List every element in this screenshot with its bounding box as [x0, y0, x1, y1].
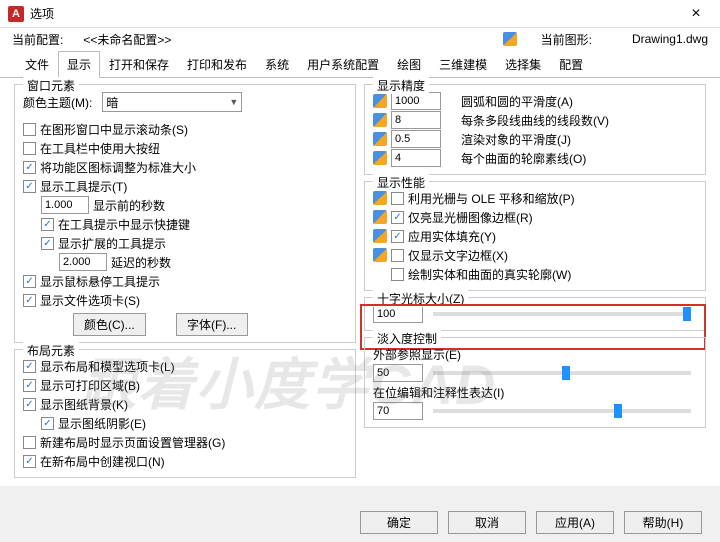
group-crosshair: 十字光标大小(Z) — [364, 297, 706, 331]
chk-shadow[interactable] — [41, 417, 54, 430]
tab-selection[interactable]: 选择集 — [496, 51, 550, 78]
group-performance: 显示性能 利用光栅与 OLE 平移和缩放(P) 仅亮显光栅图像边框(R) 应用实… — [364, 181, 706, 291]
chk-ribbon[interactable] — [23, 161, 36, 174]
chk-textframe[interactable] — [391, 249, 404, 262]
group-fade: 淡入度控制 外部参照显示(E) 在位编辑和注释性表达(I) — [364, 337, 706, 428]
legend-precision: 显示精度 — [373, 77, 429, 94]
chk-bigbutton[interactable] — [23, 142, 36, 155]
drawing-icon — [503, 32, 517, 46]
close-icon[interactable]: × — [680, 5, 712, 23]
poly-input[interactable] — [391, 111, 441, 129]
chk-filetabs[interactable] — [23, 294, 36, 307]
drawing-icon — [373, 229, 387, 243]
tab-drafting[interactable]: 绘图 — [388, 51, 430, 78]
drawing-icon — [373, 248, 387, 262]
ok-button[interactable]: 确定 — [360, 511, 438, 534]
dialog-title: 选项 — [30, 5, 680, 22]
chk-paperbg[interactable] — [23, 398, 36, 411]
tab-3d[interactable]: 三维建模 — [430, 51, 496, 78]
color-theme-value: 暗 — [106, 94, 118, 111]
current-drawing-value: Drawing1.dwg — [632, 32, 708, 46]
drawing-icon — [373, 191, 387, 205]
chk-printable[interactable] — [23, 379, 36, 392]
cancel-button[interactable]: 取消 — [448, 511, 526, 534]
chevron-down-icon: ▼ — [229, 97, 238, 107]
chk-raster-frame[interactable] — [391, 211, 404, 224]
color-button[interactable]: 颜色(C)... — [73, 313, 146, 336]
tabs: 文件 显示 打开和保存 打印和发布 系统 用户系统配置 绘图 三维建模 选择集 … — [0, 50, 720, 78]
current-config-label: 当前配置: — [12, 31, 63, 48]
chk-extended[interactable] — [41, 237, 54, 250]
apply-button[interactable]: 应用(A) — [536, 511, 614, 534]
delay-input[interactable] — [59, 253, 107, 271]
chk-pagesetup[interactable] — [23, 436, 36, 449]
xref-slider[interactable] — [433, 371, 691, 375]
crosshair-slider[interactable] — [433, 312, 691, 316]
xref-input[interactable] — [373, 364, 423, 382]
chk-tooltips[interactable] — [23, 180, 36, 193]
tab-plot[interactable]: 打印和发布 — [178, 51, 256, 78]
legend-window: 窗口元素 — [23, 77, 79, 94]
legend-crosshair: 十字光标大小(Z) — [373, 290, 468, 307]
group-layout-elements: 布局元素 显示布局和模型选项卡(L) 显示可打印区域(B) 显示图纸背景(K) … — [14, 349, 356, 478]
chk-scrollbar[interactable] — [23, 123, 36, 136]
color-theme-label: 颜色主题(M): — [23, 94, 92, 111]
inplace-slider[interactable] — [433, 409, 691, 413]
tab-file[interactable]: 文件 — [16, 51, 58, 78]
tab-user[interactable]: 用户系统配置 — [298, 51, 388, 78]
current-config-value: <<未命名配置>> — [83, 31, 171, 48]
chk-viewport[interactable] — [23, 455, 36, 468]
inplace-input[interactable] — [373, 402, 423, 420]
group-window-elements: 窗口元素 颜色主题(M): 暗 ▼ 在图形窗口中显示滚动条(S) 在工具栏中使用… — [14, 84, 356, 343]
tab-open-save[interactable]: 打开和保存 — [100, 51, 178, 78]
font-button[interactable]: 字体(F)... — [176, 313, 248, 336]
legend-fade: 淡入度控制 — [373, 330, 441, 347]
color-theme-select[interactable]: 暗 ▼ — [102, 92, 242, 112]
render-input[interactable] — [391, 130, 441, 148]
current-drawing-label: 当前图形: — [541, 31, 592, 48]
arc-input[interactable] — [391, 92, 441, 110]
drawing-icon — [373, 113, 387, 127]
chk-raster[interactable] — [391, 192, 404, 205]
chk-shortcut[interactable] — [41, 218, 54, 231]
help-button[interactable]: 帮助(H) — [624, 511, 702, 534]
legend-performance: 显示性能 — [373, 174, 429, 191]
legend-layout: 布局元素 — [23, 342, 79, 359]
secs-before-input[interactable] — [41, 196, 89, 214]
tab-display[interactable]: 显示 — [58, 51, 100, 78]
surf-input[interactable] — [391, 149, 441, 167]
chk-solidfill[interactable] — [391, 230, 404, 243]
chk-silhouette[interactable] — [391, 268, 404, 281]
drawing-icon — [373, 132, 387, 146]
tab-system[interactable]: 系统 — [256, 51, 298, 78]
drawing-icon — [373, 151, 387, 165]
drawing-icon — [373, 94, 387, 108]
chk-hover[interactable] — [23, 275, 36, 288]
drawing-icon — [373, 210, 387, 224]
group-precision: 显示精度 圆弧和圆的平滑度(A) 每条多段线曲线的线段数(V) 渲染对象的平滑度… — [364, 84, 706, 175]
tab-profile[interactable]: 配置 — [550, 51, 592, 78]
chk-layouttabs[interactable] — [23, 360, 36, 373]
crosshair-input[interactable] — [373, 305, 423, 323]
app-logo: A — [8, 6, 24, 22]
